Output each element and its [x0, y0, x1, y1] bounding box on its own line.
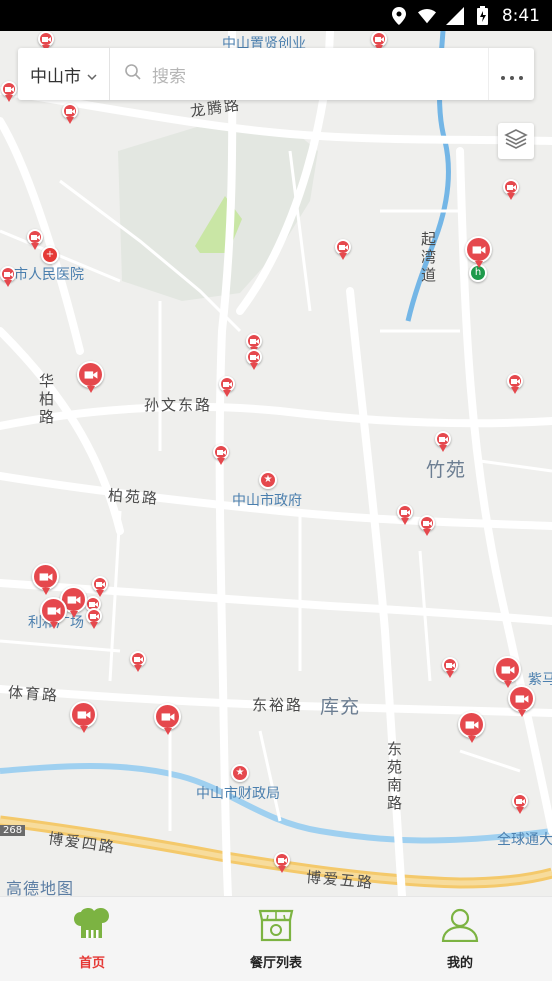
label-zhongshan-gov: 中山市政府	[232, 493, 302, 509]
label-kuchong: 库充	[320, 696, 361, 718]
restaurant-camera-pin[interactable]	[130, 651, 146, 672]
tab-restaurant-list-label: 餐厅列表	[249, 955, 302, 971]
restaurant-camera-pin[interactable]	[508, 685, 535, 717]
restaurant-camera-pin[interactable]	[77, 361, 104, 393]
restaurant-camera-pin[interactable]	[27, 229, 43, 250]
restaurant-camera-pin[interactable]	[507, 373, 523, 394]
map-view[interactable]: 中山置贤创业 龙腾路 山市人民医院 华柏路 孙文东路 起湾道 竹苑 中山市政府 …	[0, 31, 552, 896]
restaurant-camera-pin[interactable]	[62, 103, 78, 124]
restaurant-camera-pin[interactable]	[70, 701, 97, 733]
label-baiyuan-road: 柏苑路	[107, 486, 160, 508]
gov-star-icon[interactable]: ★	[259, 471, 277, 489]
layers-icon	[504, 128, 528, 154]
label-road-number: 268	[0, 825, 26, 836]
search-placeholder: 搜索	[152, 66, 186, 87]
tab-home[interactable]: 首页	[0, 897, 184, 981]
restaurant-camera-pin[interactable]	[512, 793, 528, 814]
label-qiwan-road: 起湾道	[419, 231, 437, 285]
restaurant-camera-pin[interactable]	[442, 657, 458, 678]
search-icon	[124, 63, 142, 85]
restaurant-camera-pin[interactable]	[435, 431, 451, 452]
status-time: 8:41	[501, 5, 540, 26]
battery-icon	[474, 6, 492, 25]
restaurant-camera-pin[interactable]	[371, 31, 387, 52]
search-input[interactable]: 搜索	[110, 62, 488, 87]
label-zhuyuan: 竹苑	[426, 459, 467, 481]
restaurant-camera-pin[interactable]	[154, 703, 181, 735]
signal-icon	[445, 6, 464, 25]
restaurant-camera-pin[interactable]	[219, 376, 235, 397]
city-label: 中山市	[30, 66, 81, 87]
restaurant-camera-pin[interactable]	[40, 597, 67, 629]
label-tiyu-road: 体育路	[7, 683, 60, 705]
search-bar: 中山市 搜索	[18, 48, 534, 100]
user-icon	[441, 908, 479, 946]
restaurant-camera-pin[interactable]	[1, 81, 17, 102]
map-layers-button[interactable]	[498, 123, 534, 159]
restaurant-camera-pin[interactable]	[335, 239, 351, 260]
restaurant-camera-pin[interactable]	[465, 236, 492, 268]
restaurant-camera-pin[interactable]	[494, 656, 521, 688]
more-options-button[interactable]	[488, 48, 534, 100]
label-dongyuan-south-road: 东苑南路	[385, 741, 403, 813]
label-sunwen-road: 孙文东路	[144, 396, 213, 414]
gaode-map-logo: 高德地图	[6, 879, 75, 896]
restaurant-camera-pin[interactable]	[274, 852, 290, 873]
restaurant-camera-pin[interactable]	[32, 563, 59, 595]
restaurant-camera-pin[interactable]	[419, 515, 435, 536]
hospital-cross-icon[interactable]: +	[41, 246, 59, 264]
chef-hat-icon	[73, 907, 111, 946]
tab-mine[interactable]: 我的	[368, 897, 552, 981]
restaurant-camera-pin[interactable]	[213, 444, 229, 465]
location-icon	[390, 6, 408, 25]
more-dots-icon	[500, 65, 523, 84]
tab-restaurant-list[interactable]: 餐厅列表	[184, 897, 368, 981]
restaurant-camera-pin[interactable]	[458, 711, 485, 743]
storefront-icon	[257, 908, 295, 946]
label-global-tong: 全球通大	[497, 832, 552, 848]
wifi-icon	[417, 7, 436, 25]
city-selector[interactable]: 中山市	[18, 48, 110, 100]
label-dongyu-road: 东裕路	[252, 696, 304, 714]
restaurant-camera-pin[interactable]	[397, 504, 413, 525]
status-bar: 8:41	[0, 0, 552, 31]
finance-star-icon[interactable]: ★	[231, 764, 249, 782]
tab-home-label: 首页	[78, 955, 105, 971]
restaurant-camera-pin[interactable]	[0, 266, 16, 287]
restaurant-camera-pin[interactable]	[503, 179, 519, 200]
tab-mine-label: 我的	[446, 955, 473, 971]
restaurant-camera-pin[interactable]	[38, 31, 54, 52]
restaurant-camera-pin[interactable]	[246, 333, 262, 354]
label-finance-bureau: 中山市财政局	[196, 786, 280, 802]
restaurant-camera-pin[interactable]	[246, 349, 262, 370]
chevron-down-icon	[87, 65, 97, 84]
label-huabai-road: 华柏路	[37, 373, 55, 427]
label-zima: 紫马	[528, 672, 552, 688]
bottom-nav: 首页 餐厅列表 我的	[0, 896, 552, 981]
map-base	[0, 31, 552, 896]
restaurant-camera-pin[interactable]	[92, 576, 108, 597]
restaurant-camera-pin[interactable]	[86, 608, 102, 629]
